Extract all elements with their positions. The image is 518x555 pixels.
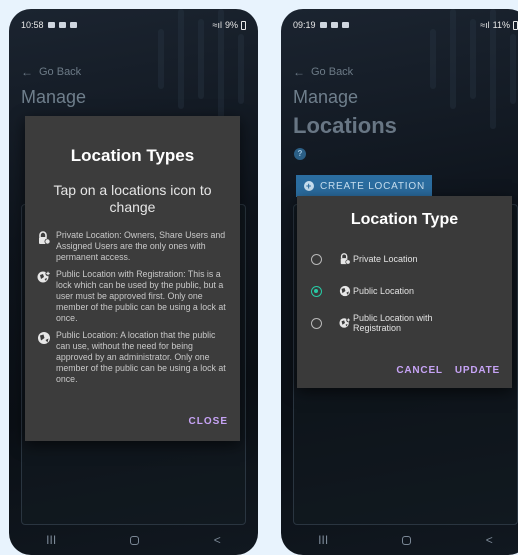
dialog-subtitle: Tap on a locations icon to change	[53, 182, 212, 215]
list-item-public-registration: Public Location with Registration: This …	[37, 269, 228, 323]
home-button[interactable]	[130, 535, 140, 545]
phone-screen-left: 10:58 ≈ıl 9% ← Go Back Manage Location T…	[9, 9, 258, 555]
public-globe-icon	[38, 332, 50, 345]
option-private-location[interactable]: Private Location	[297, 243, 512, 275]
wifi-signal-icon: ≈ıl	[480, 20, 490, 30]
go-back-label: Go Back	[311, 66, 354, 78]
help-icon[interactable]: ?	[294, 148, 306, 160]
location-type-options: Private Location Public Location Public …	[297, 243, 512, 339]
location-types-dialog: Location Types Tap on a locations icon t…	[25, 116, 240, 441]
page-title-manage: Manage	[21, 87, 87, 107]
page-title-manage: Manage	[293, 87, 359, 107]
back-nav-button[interactable]: <	[486, 533, 493, 547]
system-nav-bar: III <	[281, 533, 518, 547]
list-item-text: Private Location: Owners, Share Users an…	[56, 230, 226, 262]
page-title-locations: Locations	[293, 113, 397, 138]
private-lock-icon	[39, 231, 51, 245]
option-public-location-with-registration[interactable]: Public Location with Registration	[297, 307, 512, 339]
private-lock-icon	[340, 253, 351, 265]
notification-icon	[330, 22, 338, 28]
notification-icon	[341, 22, 349, 28]
close-button[interactable]: CLOSE	[189, 416, 228, 427]
public-globe-icon	[339, 285, 351, 297]
notification-icon	[69, 22, 77, 28]
back-arrow-icon: ←	[293, 65, 305, 79]
notification-icon	[47, 22, 55, 28]
public-registration-icon	[37, 271, 51, 283]
notification-icon	[58, 22, 66, 28]
cancel-button[interactable]: CANCEL	[396, 365, 442, 376]
go-back-button[interactable]: ← Go Back	[293, 65, 353, 79]
status-time: 10:58	[21, 20, 44, 30]
dialog-actions: CANCEL UPDATE	[396, 365, 500, 376]
recents-button[interactable]: III	[318, 533, 328, 547]
radio-public-location[interactable]	[311, 285, 322, 297]
create-location-label: CREATE LOCATION	[320, 180, 425, 192]
location-type-dialog: Location Type Private Location Public Lo…	[297, 196, 512, 388]
radio-private-location[interactable]	[311, 253, 322, 265]
system-nav-bar: III <	[9, 533, 258, 547]
plus-icon: +	[304, 181, 314, 191]
list-item-text: Public Location with Registration: This …	[56, 269, 226, 323]
battery-icon	[513, 20, 518, 30]
battery-percent: 11%	[492, 20, 510, 30]
list-item-text: Public Location: A location that the pub…	[56, 330, 226, 384]
list-item-public: Public Location: A location that the pub…	[37, 330, 228, 384]
back-arrow-icon: ←	[21, 65, 33, 79]
create-location-button[interactable]: + CREATE LOCATION	[296, 175, 432, 197]
recents-button[interactable]: III	[46, 533, 56, 547]
battery-percent: 9%	[224, 20, 238, 30]
phone-screen-right: 09:19 ≈ıl 11% ← Go Back Manage Locations…	[281, 9, 518, 555]
list-item-private: Private Location: Owners, Share Users an…	[37, 230, 228, 262]
back-nav-button[interactable]: <	[214, 533, 221, 547]
home-button[interactable]	[402, 535, 412, 545]
option-label: Public Location with Registration	[353, 313, 433, 333]
update-button[interactable]: UPDATE	[455, 365, 500, 376]
public-registration-icon	[339, 317, 351, 328]
option-public-location[interactable]: Public Location	[297, 275, 512, 307]
status-time: 09:19	[293, 20, 316, 30]
go-back-button[interactable]: ← Go Back	[21, 65, 81, 79]
location-type-descriptions: Private Location: Owners, Share Users an…	[37, 230, 228, 384]
radio-public-location-with-registration[interactable]	[311, 317, 322, 329]
dialog-title: Location Type	[350, 211, 459, 228]
battery-icon	[241, 20, 246, 30]
option-label: Private Location	[353, 254, 418, 264]
notification-icon	[319, 22, 327, 28]
option-label: Public Location	[353, 286, 415, 296]
status-bar: 10:58 ≈ıl 9%	[21, 18, 246, 32]
go-back-label: Go Back	[39, 66, 82, 78]
dialog-title: Location Types	[70, 146, 195, 165]
wifi-signal-icon: ≈ıl	[212, 20, 222, 30]
status-bar: 09:19 ≈ıl 11%	[293, 18, 518, 32]
